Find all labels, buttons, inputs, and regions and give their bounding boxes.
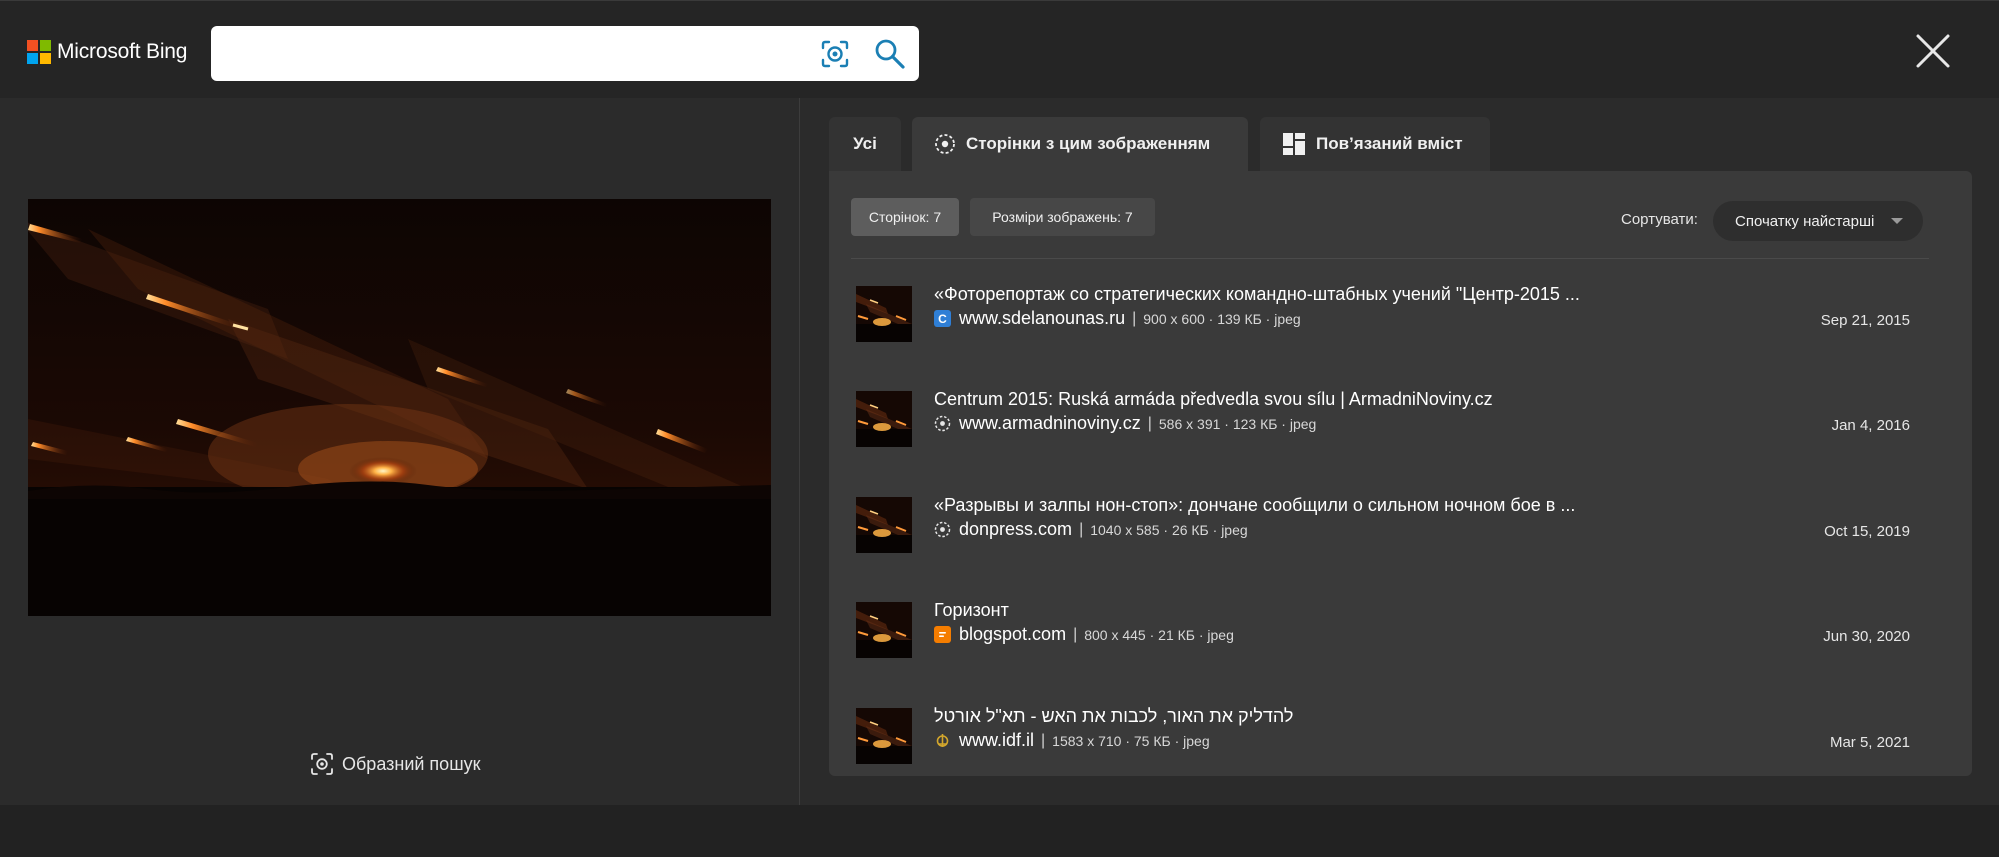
tab-pages-with-image[interactable]: Сторінки з цим зображенням — [912, 117, 1248, 171]
close-icon[interactable] — [1912, 30, 1954, 72]
separator: | — [1147, 414, 1152, 432]
separator: | — [1132, 309, 1137, 327]
result-date: Oct 15, 2019 — [1824, 523, 1910, 540]
separator: | — [1073, 625, 1078, 643]
result-meta: 900 x 600 · 139 КБ · jpeg — [1143, 310, 1301, 327]
tab-label: Пов’язаний вміст — [1316, 134, 1463, 153]
results-panel — [829, 171, 1972, 776]
chip-label: Розміри зображень: 7 — [992, 209, 1133, 225]
result-source: C www.sdelanounas.ru | 900 x 600 · 139 К… — [934, 308, 1301, 329]
separator: | — [1041, 731, 1046, 749]
result-thumbnail[interactable] — [856, 602, 912, 658]
result-item[interactable]: Горизонт blogspot.com | 800 x 445 · 21 К… — [851, 594, 1929, 674]
grid-icon — [1283, 133, 1305, 155]
result-domain[interactable]: www.armadninoviny.cz — [959, 413, 1141, 434]
pages-count-chip[interactable]: Сторінок: 7 — [851, 198, 959, 236]
tab-related-content[interactable]: Пов’язаний вміст — [1260, 117, 1490, 171]
microsoft-logo-icon — [27, 40, 51, 64]
visual-search-icon — [311, 753, 333, 775]
result-meta: 1040 x 585 · 26 КБ · jpeg — [1090, 521, 1248, 538]
idf-emblem-icon — [936, 734, 949, 747]
result-item[interactable]: להדליק את האור, לכבות את האש - תא"ל אורט… — [851, 700, 1929, 780]
image-sizes-chip[interactable]: Розміри зображень: 7 — [970, 198, 1155, 236]
result-title-link[interactable]: «Разрывы и залпы нон-стоп»: дончане сооб… — [934, 495, 1575, 516]
panel-divider — [851, 258, 1929, 259]
result-thumbnail[interactable] — [856, 286, 912, 342]
visual-search-icon[interactable] — [819, 38, 851, 70]
separator: | — [1079, 520, 1084, 538]
result-meta: 1583 x 710 · 75 КБ · jpeg — [1052, 732, 1210, 749]
main-image — [28, 199, 771, 616]
chevron-down-icon — [1891, 218, 1903, 224]
chip-label: Сторінок: 7 — [868, 209, 942, 225]
result-title-link[interactable]: Горизонт — [934, 600, 1009, 621]
result-source: www.idf.il | 1583 x 710 · 75 КБ · jpeg — [934, 730, 1210, 751]
result-date: Mar 5, 2021 — [1829, 734, 1910, 751]
result-source: www.armadninoviny.cz | 586 x 391 · 123 К… — [934, 413, 1316, 434]
result-date: Sep 21, 2015 — [1820, 312, 1910, 329]
bottom-strip — [0, 805, 1999, 857]
search-input[interactable] — [227, 38, 807, 68]
result-meta: 586 x 391 · 123 КБ · jpeg — [1158, 415, 1317, 432]
blogger-icon — [934, 626, 951, 643]
result-thumbnail[interactable] — [856, 391, 912, 447]
top-bar: Microsoft Bing — [0, 0, 1999, 98]
globe-icon — [934, 521, 951, 538]
tab-label: Сторінки з цим зображенням — [966, 134, 1211, 153]
visual-search-label: Образний пошук — [342, 753, 481, 774]
result-title-link[interactable]: «Фоторепортаж со стратегических командно… — [934, 284, 1580, 305]
letter-c-icon: C — [934, 310, 951, 327]
brand-name: Microsoft Bing — [57, 40, 188, 63]
result-thumbnail[interactable] — [856, 497, 912, 553]
sort-dropdown[interactable]: Спочатку найстарші — [1713, 201, 1923, 241]
result-source: donpress.com | 1040 x 585 · 26 КБ · jpeg — [934, 519, 1248, 540]
result-domain[interactable]: donpress.com — [959, 519, 1072, 540]
result-domain[interactable]: www.sdelanounas.ru — [959, 308, 1125, 329]
result-item[interactable]: «Фоторепортаж со стратегических командно… — [851, 278, 1929, 358]
result-date: Jun 30, 2020 — [1823, 628, 1910, 645]
result-domain[interactable]: blogspot.com — [959, 624, 1066, 645]
sort-value: Спочатку найстарші — [1735, 212, 1875, 230]
search-icon[interactable] — [873, 37, 907, 71]
result-meta: 800 x 445 · 21 КБ · jpeg — [1084, 626, 1234, 643]
bing-logo[interactable]: Microsoft Bing — [27, 40, 187, 64]
sort-label: Сортувати: — [1621, 211, 1698, 228]
tab-all[interactable]: Усі — [829, 117, 901, 171]
result-source: blogspot.com | 800 x 445 · 21 КБ · jpeg — [934, 624, 1234, 645]
result-title-link[interactable]: להדליק את האור, לכבות את האש - תא"ל אורט… — [934, 706, 1293, 727]
search-box[interactable] — [211, 26, 919, 81]
result-title-link[interactable]: Centrum 2015: Ruská armáda předvedla svo… — [934, 389, 1493, 410]
result-thumbnail[interactable] — [856, 708, 912, 764]
result-item[interactable]: Centrum 2015: Ruská armáda předvedla svo… — [851, 383, 1929, 463]
globe-icon — [934, 415, 951, 432]
result-item[interactable]: «Разрывы и залпы нон-стоп»: дончане сооб… — [851, 489, 1929, 569]
result-date: Jan 4, 2016 — [1831, 417, 1910, 434]
tab-label: Усі — [853, 134, 877, 153]
globe-icon — [935, 134, 955, 154]
visual-search-link[interactable]: Образний пошук — [310, 752, 481, 776]
result-domain[interactable]: www.idf.il — [959, 730, 1034, 751]
